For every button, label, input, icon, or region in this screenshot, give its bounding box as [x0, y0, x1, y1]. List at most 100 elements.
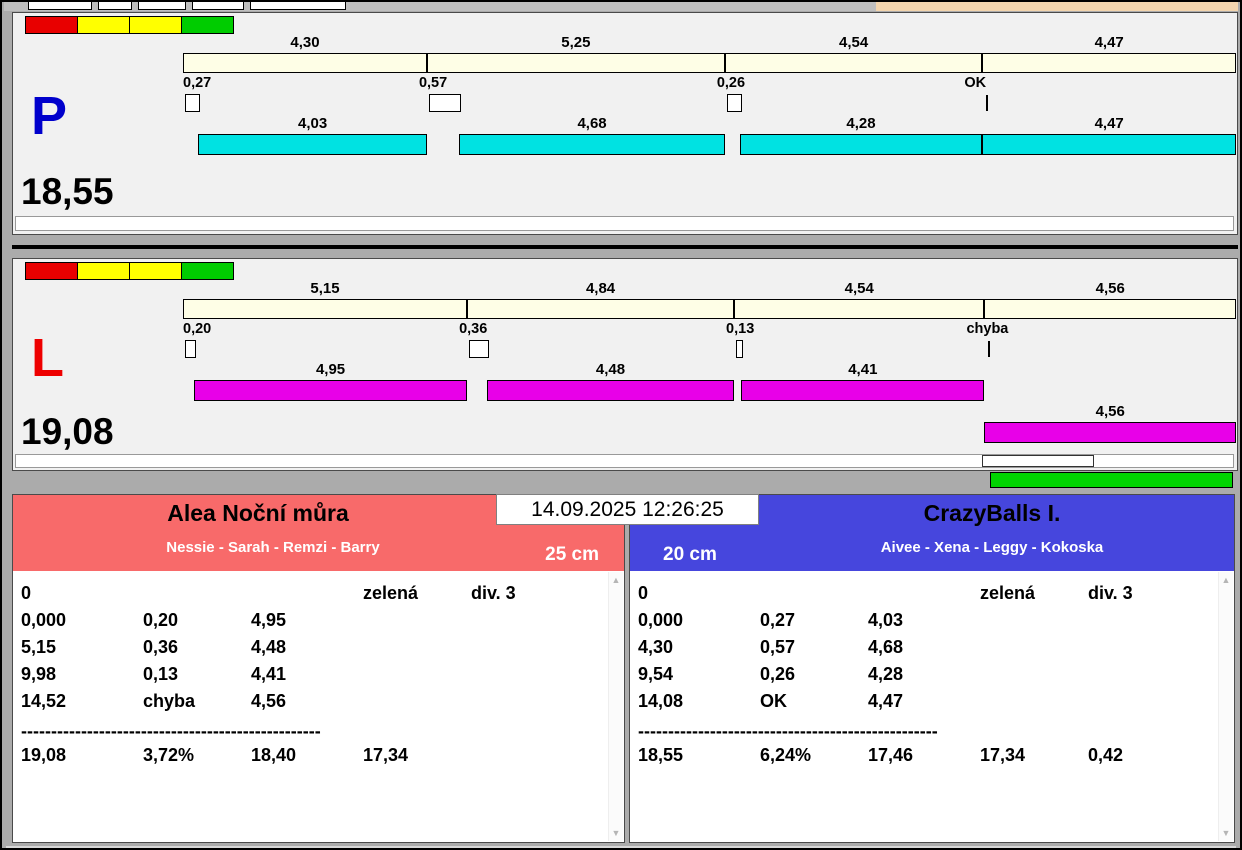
result-cell: 18,55: [638, 745, 684, 765]
window-tab[interactable]: [138, 2, 186, 10]
result-row: 19,08 3,72% 18,40 17,34: [21, 745, 608, 772]
run-time-bar: [459, 134, 725, 155]
traffic-light-2: [129, 262, 182, 280]
result-cell: 0,27: [760, 610, 796, 630]
result-cell: zelená: [980, 583, 1036, 603]
scroll-down-icon[interactable]: ▼: [1222, 828, 1231, 838]
window-tab[interactable]: [250, 2, 346, 10]
run-time-bar: [194, 380, 468, 401]
result-cell: 17,46: [868, 745, 914, 765]
result-cell: zelená: [363, 583, 419, 603]
jump-height: 20 cm: [663, 544, 717, 565]
result-row: 0 zelená div. 3: [21, 583, 608, 610]
lane-progress-strip: [15, 454, 1234, 468]
result-cell: 0,57: [760, 637, 796, 657]
app-window: P 4,30 0,27 4,03 5,25 0,57 4,68 4,54 0,26 4,28 4,…: [0, 0, 1242, 850]
cross-time-label: chyba: [966, 321, 1009, 337]
segment-bar: [183, 299, 468, 319]
window-tab[interactable]: [28, 2, 92, 10]
result-cell: chyba: [143, 691, 196, 711]
lane-panel-p: P 4,30 0,27 4,03 5,25 0,57 4,68 4,54 0,26 4,28 4,…: [12, 12, 1238, 235]
result-cell: 4,48: [251, 637, 287, 657]
results-table-left: 0 zelená div. 3 0,000 0,20 4,95 5,15 0,36 4,48 9,…: [13, 571, 608, 842]
rerun-indicator-box: [982, 455, 1094, 467]
result-cell: 4,47: [868, 691, 904, 711]
result-row: 5,15 0,36 4,48: [21, 637, 608, 664]
cross-time-label: 0,13: [726, 321, 755, 337]
results-table-right: 0 zelená div. 3 0,000 0,27 4,03 4,30 0,57 4,68 9,…: [630, 571, 1218, 842]
run-time-label: 4,41: [848, 361, 878, 378]
result-row: 0 zelená div. 3: [638, 583, 1218, 610]
window-top-right-strip: [876, 2, 1238, 11]
segment-bar: [984, 299, 1236, 319]
result-cell: 14,08: [638, 691, 684, 711]
result-cell: 4,68: [868, 637, 904, 657]
result-cell: 17,34: [980, 745, 1026, 765]
scrollbar[interactable]: ▲ ▼: [1218, 572, 1233, 841]
lane-letter-l: L: [31, 328, 64, 388]
segment-bar: [426, 53, 725, 73]
scroll-up-icon[interactable]: ▲: [612, 575, 621, 585]
traffic-light-1: [77, 262, 130, 280]
run-time-bar: [486, 380, 735, 401]
scroll-down-icon[interactable]: ▼: [612, 828, 621, 838]
fault-tick-mark: [988, 341, 991, 357]
lane-panel-l: L 5,15 0,20 4,95 4,84 0,36 4,48 4,54 0,13 4,41 4,…: [12, 258, 1238, 471]
window-tab[interactable]: [98, 2, 132, 10]
timestamp: 14.09.2025 12:26:25: [496, 494, 759, 525]
segment-time-label: 4,54: [844, 280, 874, 297]
lane-letter-p: P: [31, 86, 68, 146]
result-cell: 0: [638, 583, 649, 603]
lane-total-time-l: 19,08: [21, 411, 114, 452]
cross-time-indicator: [469, 340, 489, 358]
result-cell: 0,000: [638, 610, 684, 630]
lane-divider: [12, 245, 1238, 249]
result-row: 0,000 0,20 4,95: [21, 610, 608, 637]
cross-time-indicator: [185, 94, 201, 112]
run-time-bar: [198, 134, 427, 155]
result-cell: 9,98: [21, 664, 57, 684]
result-cell: 0,000: [21, 610, 67, 630]
result-cell: 4,28: [868, 664, 904, 684]
cross-time-label: 0,26: [716, 75, 746, 91]
result-cell: 0,26: [760, 664, 796, 684]
traffic-light-2: [129, 16, 182, 34]
result-row: 14,52 chyba 4,56: [21, 691, 608, 718]
window-tab[interactable]: [192, 2, 244, 10]
result-cell: 6,24%: [760, 745, 812, 765]
segment-time-label: 5,25: [561, 34, 591, 51]
cross-time-label: 0,20: [183, 321, 212, 337]
traffic-light-0: [25, 262, 78, 280]
team-members: Nessie - Sarah - Remzi - Barry: [166, 539, 380, 556]
segment-time-label: 4,84: [585, 280, 616, 297]
result-cell: 5,15: [21, 637, 57, 657]
result-cell: 14,52: [21, 691, 67, 711]
rerun-time-label: 4,56: [1095, 403, 1125, 420]
cross-time-label: 0,36: [459, 321, 488, 337]
result-cell: 18,40: [251, 745, 297, 765]
scrollbar[interactable]: ▲ ▼: [608, 572, 623, 841]
scroll-up-icon[interactable]: ▲: [1222, 575, 1231, 585]
result-row: 9,98 0,13 4,41: [21, 664, 608, 691]
result-cell: 0: [21, 583, 32, 603]
run-time-bar: [739, 134, 983, 155]
result-cell: div. 3: [1088, 583, 1133, 603]
run-time-label: 4,48: [595, 361, 626, 378]
lane-track-p: 4,30 0,27 4,03 5,25 0,57 4,68 4,54 0,26 4,28 4,47…: [183, 13, 1236, 234]
run-time-bar: [741, 380, 985, 401]
result-row: 4,30 0,57 4,68: [638, 637, 1218, 664]
run-time-bar: [982, 134, 1236, 155]
cross-time-label: 0,57: [418, 75, 448, 91]
separator-row: ----------------------------------------…: [638, 721, 938, 741]
lane-total-time-p: 18,55: [21, 171, 114, 212]
segment-time-label: 4,56: [1095, 280, 1125, 297]
run-time-label: 4,95: [315, 361, 346, 378]
run-time-label: 4,03: [298, 115, 328, 132]
separator-row: ----------------------------------------…: [21, 721, 321, 741]
team-name: CrazyBalls I.: [923, 500, 1061, 526]
result-cell: 17,34: [363, 745, 409, 765]
result-cell: div. 3: [471, 583, 516, 603]
team-panel-left: Alea Noční můra Nessie - Sarah - Remzi -…: [12, 494, 625, 843]
window-top-strip: [4, 2, 1238, 11]
cross-time-label: 0,27: [183, 75, 212, 91]
